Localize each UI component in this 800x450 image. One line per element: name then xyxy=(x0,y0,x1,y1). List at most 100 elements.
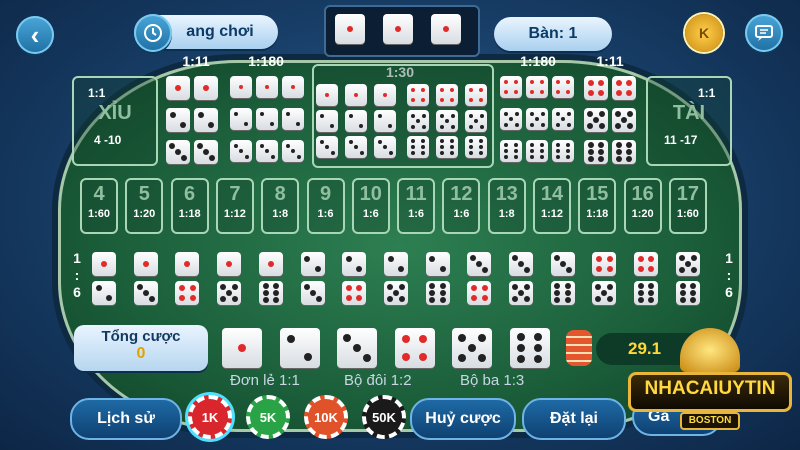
bet-total-4[interactable]: 4 1:60 xyxy=(80,178,118,234)
combo-die-bottom xyxy=(258,281,283,305)
pair-die xyxy=(166,108,190,132)
odds-triple-label-right: 1:180 xyxy=(520,53,556,69)
triple-die xyxy=(526,76,548,98)
brand-logo: NHACAIUYTIN BOSTON xyxy=(628,328,792,446)
back-button[interactable]: ‹ xyxy=(16,16,54,54)
bet-big-tai[interactable]: 1:1 TÀI 11 -17 xyxy=(646,76,732,166)
total-number: 6 xyxy=(184,183,196,205)
bet-total-11[interactable]: 11 1:6 xyxy=(397,178,436,234)
pair-die xyxy=(166,140,190,164)
any-triple-die xyxy=(345,136,367,158)
total-odds: 1:60 xyxy=(87,208,111,220)
combo-die-top xyxy=(592,252,617,276)
chip-10K[interactable]: 10K xyxy=(304,395,348,439)
triple-die xyxy=(552,76,574,98)
single-bet-die-5 xyxy=(452,328,492,368)
total-number: 14 xyxy=(540,183,564,205)
pair-die xyxy=(166,76,190,100)
triple-die xyxy=(256,76,278,98)
triple-die xyxy=(282,76,304,98)
chip-stack-icon xyxy=(566,330,592,366)
any-triple-die xyxy=(374,84,396,106)
total-odds: 1:8 xyxy=(498,208,515,220)
total-number: 8 xyxy=(274,183,286,205)
combo-die-bottom xyxy=(92,281,116,305)
pair-die xyxy=(194,108,218,132)
pair-die xyxy=(194,76,218,100)
total-odds: 1:12 xyxy=(223,208,246,220)
reset-button[interactable]: Đặt lại xyxy=(522,398,626,440)
single-bet-die-4 xyxy=(394,328,435,368)
bet-total-9[interactable]: 9 1:6 xyxy=(306,178,345,234)
combo-die-top xyxy=(383,252,408,276)
combo-die-bottom xyxy=(342,281,367,305)
combo-die-bottom xyxy=(300,281,325,305)
bet-total-15[interactable]: 15 1:18 xyxy=(578,178,617,234)
any-triple-die xyxy=(436,136,458,158)
combo-die-bottom xyxy=(675,281,700,305)
total-odds: 1:18 xyxy=(178,208,201,220)
bet-small-xiu[interactable]: 1:1 XỈU 4 -10 xyxy=(72,76,158,166)
total-number: 11 xyxy=(405,183,427,205)
chat-icon xyxy=(755,25,773,41)
result-die xyxy=(335,14,365,44)
single-bet-die-1 xyxy=(222,328,262,368)
single-bet-die-2 xyxy=(279,328,320,368)
combo-die-top xyxy=(300,252,325,276)
coin-icon[interactable]: K xyxy=(685,14,723,52)
any-triple-die xyxy=(407,136,429,158)
combo-die-bottom xyxy=(133,281,158,305)
bet-total-7[interactable]: 7 1:12 xyxy=(215,178,254,234)
triple-die xyxy=(552,140,574,162)
combo-die-top xyxy=(175,252,200,276)
history-clock-icon[interactable] xyxy=(134,14,172,52)
bet-total-17[interactable]: 17 1:60 xyxy=(668,178,707,234)
total-number: 7 xyxy=(229,183,241,205)
bet-total-10[interactable]: 10 1:6 xyxy=(351,178,390,234)
bet-total-12[interactable]: 12 1:6 xyxy=(442,178,481,234)
chip-1K[interactable]: 1K xyxy=(188,395,232,439)
any-triple-die xyxy=(407,110,429,132)
chip-50K[interactable]: 50K xyxy=(362,395,406,439)
bet-total-6[interactable]: 6 1:18 xyxy=(170,178,209,234)
combo-die-bottom xyxy=(383,281,408,305)
triple-die xyxy=(230,108,252,130)
any-triple-die xyxy=(436,110,458,132)
pair-die xyxy=(612,140,636,164)
history-button[interactable]: Lịch sử xyxy=(70,398,182,440)
any-triple-die xyxy=(374,110,396,132)
legend-double: Bộ đôi 1:2 xyxy=(344,372,412,389)
any-triple-die xyxy=(436,84,458,106)
legend-triple: Bộ ba 1:3 xyxy=(460,372,525,389)
chip-5K[interactable]: 5K xyxy=(246,395,290,439)
total-odds: 1:12 xyxy=(540,208,564,220)
any-triple-die xyxy=(407,84,429,106)
total-number: 4 xyxy=(93,183,105,205)
total-odds: 1:8 xyxy=(272,208,289,220)
table-number-label: Bàn: 1 xyxy=(494,17,612,51)
pair-die xyxy=(194,140,218,164)
bet-total-13[interactable]: 13 1:8 xyxy=(487,178,526,234)
triple-die xyxy=(500,140,522,162)
single-bet-die-6 xyxy=(509,328,550,368)
legend-single: Đơn lẻ 1:1 xyxy=(230,372,300,389)
total-number: 9 xyxy=(319,183,332,205)
pair-die xyxy=(584,140,608,164)
result-die xyxy=(431,14,461,44)
odds-pair-label-left: 1:11 xyxy=(182,53,210,69)
history-tab-label: ang chơi xyxy=(186,23,254,40)
any-triple-die xyxy=(316,84,338,106)
any-triple-die xyxy=(345,110,367,132)
total-odds: 1:6 xyxy=(408,208,425,220)
bet-total-14[interactable]: 14 1:12 xyxy=(533,178,571,234)
cancel-bet-button[interactable]: Huỷ cược xyxy=(410,398,516,440)
combo-die-top xyxy=(425,252,450,276)
combo-die-top xyxy=(550,252,575,276)
total-bet-panel: Tổng cược 0 xyxy=(74,325,208,371)
bet-total-16[interactable]: 16 1:20 xyxy=(623,178,662,234)
total-number: 16 xyxy=(631,183,654,205)
bet-total-5[interactable]: 5 1:20 xyxy=(125,178,164,234)
bet-total-8[interactable]: 8 1:8 xyxy=(261,178,300,234)
triple-die xyxy=(526,140,548,162)
chat-button[interactable] xyxy=(745,14,783,52)
